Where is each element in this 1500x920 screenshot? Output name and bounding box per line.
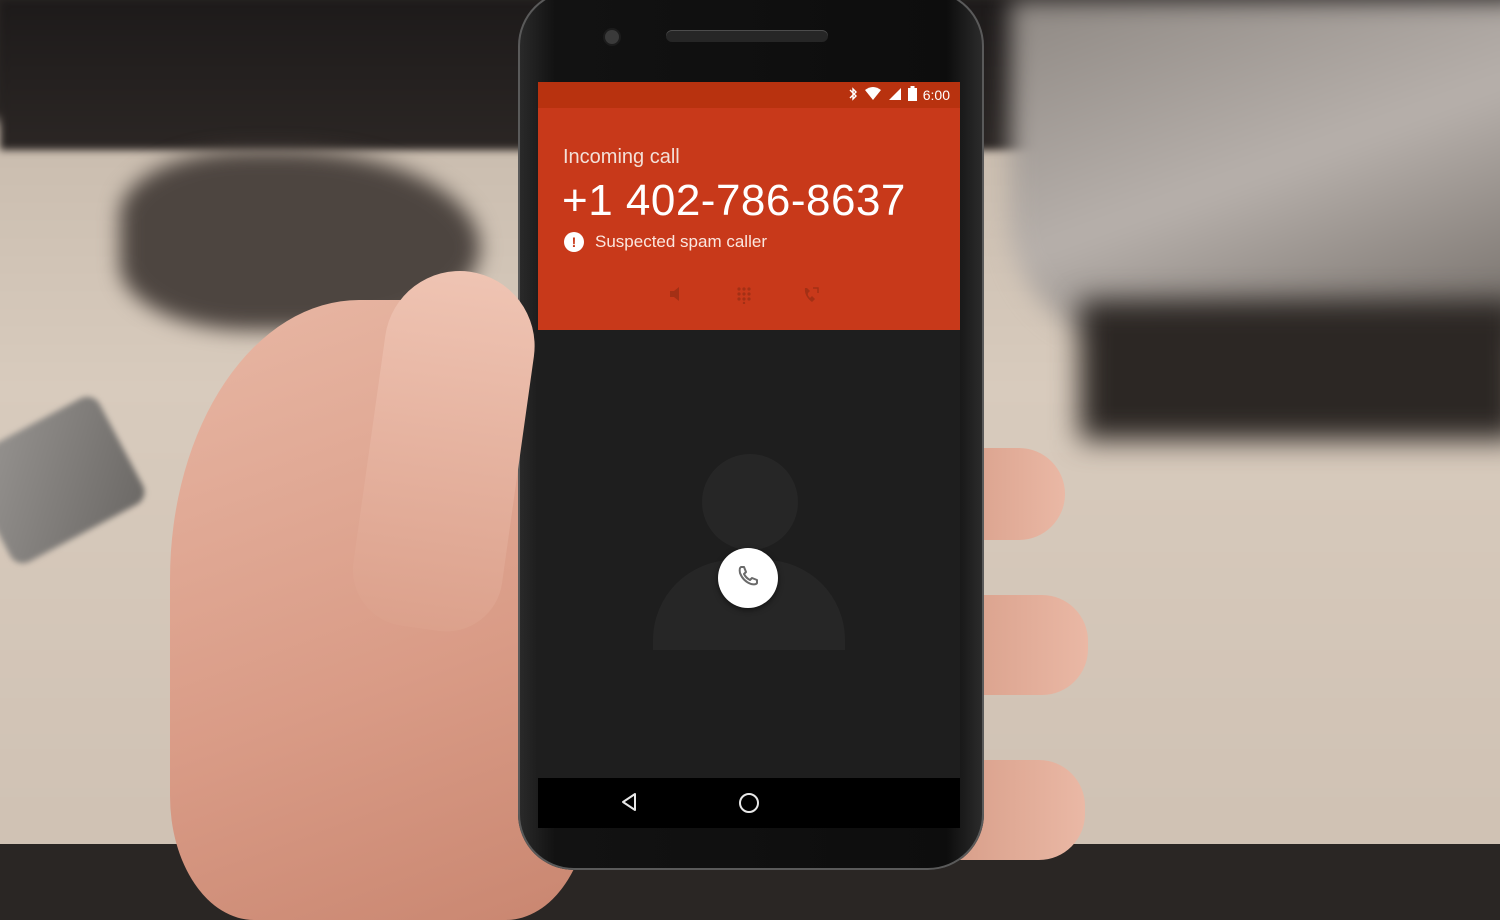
front-camera xyxy=(605,30,619,44)
call-forward-icon[interactable] xyxy=(802,286,820,312)
background-cloth xyxy=(1010,0,1500,340)
alert-icon: ! xyxy=(564,232,584,252)
phone-screen: 6:00 Incoming call +1 402-786-8637 ! Sus… xyxy=(538,82,960,828)
incoming-call-header: Incoming call +1 402-786-8637 ! Suspecte… xyxy=(538,108,960,330)
bluetooth-icon xyxy=(848,86,858,104)
spam-warning-text: Suspected spam caller xyxy=(595,232,767,251)
call-actions xyxy=(634,286,854,312)
caller-avatar-head xyxy=(702,454,798,550)
status-bar: 6:00 xyxy=(538,82,960,108)
status-time: 6:00 xyxy=(922,87,950,103)
back-icon[interactable] xyxy=(620,792,638,817)
phone-icon xyxy=(736,564,760,593)
signal-icon xyxy=(888,87,902,104)
caller-number: +1 402-786-8637 xyxy=(562,176,906,225)
wifi-icon xyxy=(864,86,882,104)
speaker-icon[interactable] xyxy=(668,286,686,312)
battery-icon xyxy=(907,86,917,104)
background-cloth-shadow xyxy=(1080,300,1500,440)
dialpad-icon[interactable] xyxy=(736,286,752,312)
earpiece-speaker xyxy=(666,30,828,42)
answer-call-button[interactable] xyxy=(718,548,778,608)
navigation-bar xyxy=(538,778,960,828)
call-label: Incoming call xyxy=(563,146,680,168)
home-icon[interactable] xyxy=(739,793,759,813)
spam-warning: ! Suspected spam caller xyxy=(564,232,767,252)
